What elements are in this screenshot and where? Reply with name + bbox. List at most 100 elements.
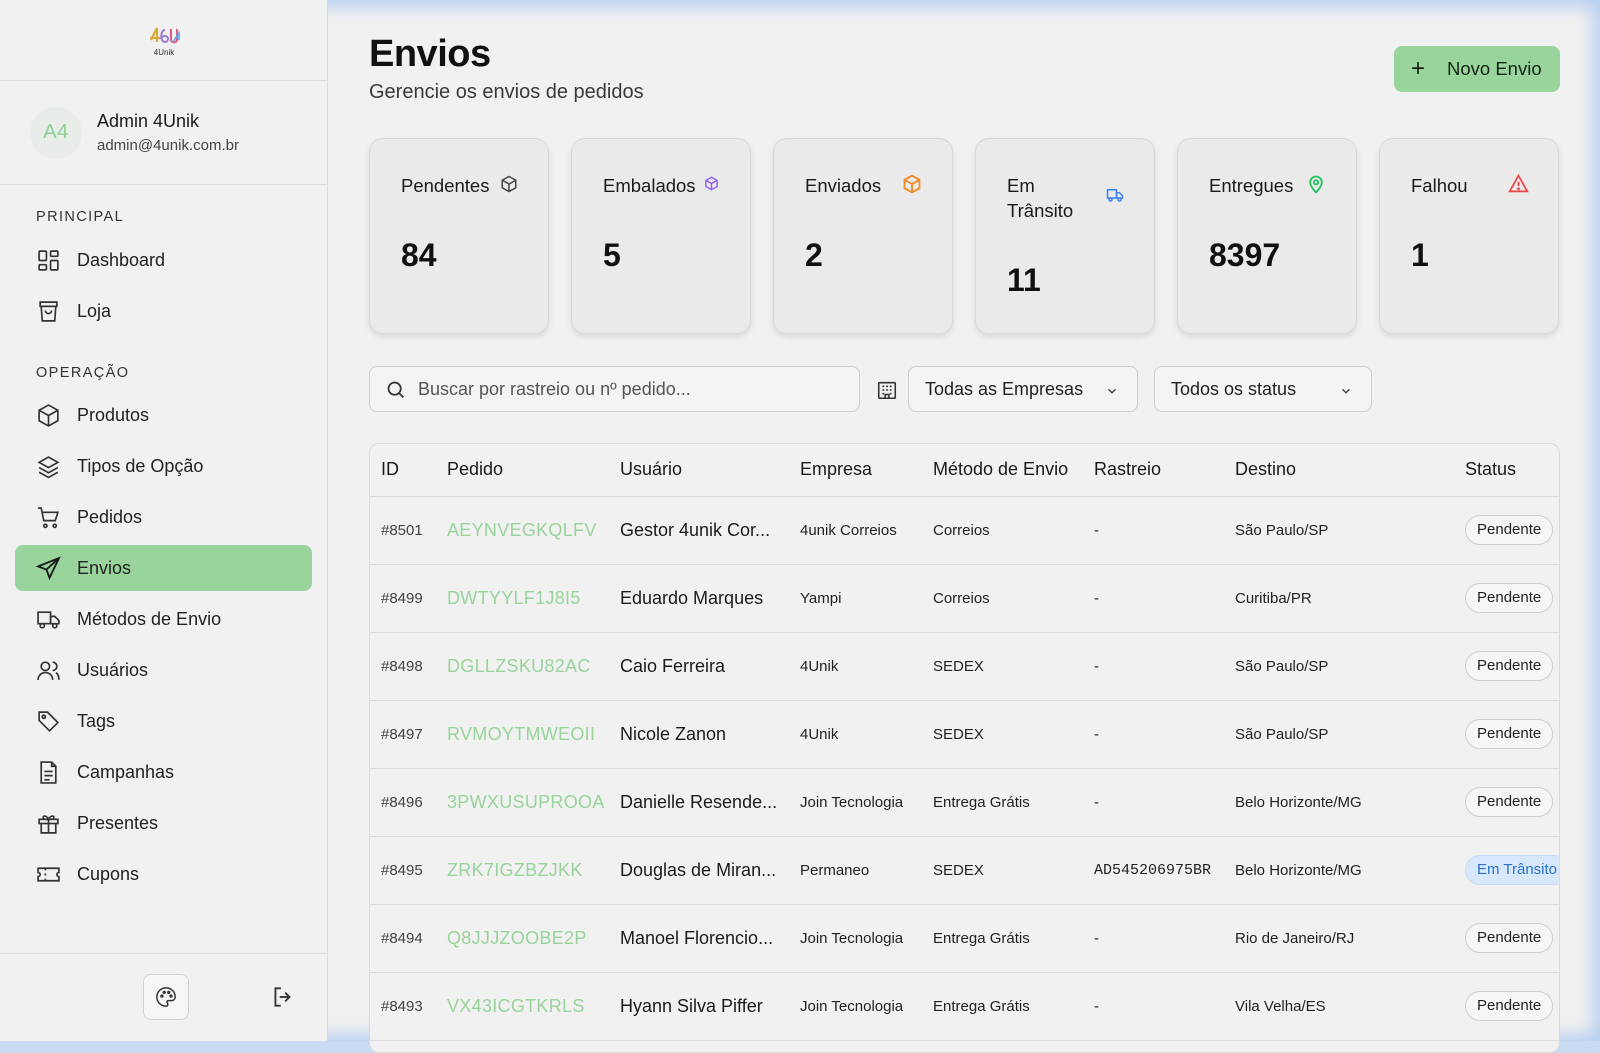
cell-rastreio: - <box>1083 496 1224 565</box>
truck-icon <box>1106 189 1124 202</box>
gift-icon <box>38 814 59 834</box>
truck-icon <box>37 610 60 629</box>
sidebar-item-loja[interactable]: Loja <box>15 288 312 334</box>
cell-pedido-link[interactable]: AEYNVEGKQLFV <box>436 496 609 565</box>
sidebar-item-pedidos[interactable]: Pedidos <box>15 494 312 540</box>
status-badge[interactable]: Pendente <box>1465 719 1554 749</box>
status-badge[interactable]: Pendente <box>1465 923 1554 953</box>
user-profile[interactable]: A4 Admin 4Unik admin@4unik.com.br <box>0 81 327 185</box>
cell-usuario: Gestor 4unik Cor... <box>609 496 789 565</box>
cell-pedido-link[interactable]: RVMOYTMWEOII <box>436 700 609 769</box>
package-icon <box>501 175 517 193</box>
cell-empresa: 4Unik <box>789 632 922 701</box>
sidebar-item-produtos[interactable]: Produtos <box>15 392 312 438</box>
cell-metodo: Entrega Grátis <box>922 972 1083 1041</box>
cell-pedido-link[interactable]: ZRK7IGZBZJKK <box>436 836 609 905</box>
column-header-id[interactable]: ID <box>370 444 436 497</box>
stat-card-falhou[interactable]: Falhou 1 <box>1379 138 1559 334</box>
cell-usuario: Nicole Zanon <box>609 700 789 769</box>
theme-button[interactable] <box>143 974 189 1020</box>
sidebar-item-presentes[interactable]: Presentes <box>15 800 312 846</box>
status-badge[interactable]: Pendente <box>1465 515 1554 545</box>
cell-pedido-link[interactable]: Q8JJJZOOBE2P <box>436 904 609 973</box>
status-badge[interactable]: Em Trânsito <box>1465 855 1559 885</box>
sidebar-item-tipos-de-opcao[interactable]: Tipos de Opção <box>15 443 312 489</box>
cell-empresa: Permaneo <box>789 836 922 905</box>
table-row[interactable]: #8494 Q8JJJZOOBE2P Manoel Florencio... J… <box>370 904 1559 973</box>
search-input[interactable] <box>418 378 838 400</box>
cell-pedido-link[interactable]: DGLLZSKU82AC <box>436 632 609 701</box>
status-select-value: Todos os status <box>1171 378 1297 399</box>
column-header-metodo[interactable]: Método de Envio <box>922 444 1083 497</box>
status-badge[interactable]: Pendente <box>1465 583 1554 613</box>
user-name: Admin 4Unik <box>97 111 200 131</box>
sidebar-item-dashboard[interactable]: Dashboard <box>15 237 312 283</box>
column-header-rastreio[interactable]: Rastreio <box>1083 444 1224 497</box>
cell-pedido-link[interactable]: DWTYYLF1J8I5 <box>436 564 609 633</box>
stat-card-embalados[interactable]: Embalados 5 <box>571 138 751 334</box>
status-badge[interactable]: Pendente <box>1465 787 1554 817</box>
cell-destino: São Paulo/SP <box>1224 496 1454 565</box>
status-select[interactable]: Todos os status <box>1154 366 1372 412</box>
table-row[interactable]: #8497 RVMOYTMWEOII Nicole Zanon 4Unik SE… <box>370 700 1559 769</box>
cell-usuario: Douglas de Miran... <box>609 836 789 905</box>
column-header-pedido[interactable]: Pedido <box>436 444 609 497</box>
table-row[interactable]: #8499 DWTYYLF1J8I5 Eduardo Marques Yampi… <box>370 564 1559 633</box>
column-header-destino[interactable]: Destino <box>1224 444 1454 497</box>
company-select-value: Todas as Empresas <box>925 378 1084 399</box>
brand-logo[interactable]: 4Unik <box>144 20 184 60</box>
avatar: A4 <box>30 106 82 159</box>
sidebar-item-label: Loja <box>77 300 112 321</box>
company-select[interactable]: Todas as Empresas <box>908 366 1138 412</box>
table-row[interactable]: #8493 VX43ICGTKRLS Hyann Silva Piffer Jo… <box>370 972 1559 1041</box>
cell-destino: Curitiba/PR <box>1224 564 1454 633</box>
cell-usuario: Caio Ferreira <box>609 632 789 701</box>
column-header-status[interactable]: Status <box>1454 444 1559 497</box>
stat-card-pendentes[interactable]: Pendentes 84 <box>369 138 549 334</box>
new-shipment-button[interactable]: + Novo Envio <box>1394 46 1560 92</box>
chevron-down-icon <box>1108 388 1116 394</box>
stat-value: 5 <box>603 237 621 273</box>
nav-section-principal: PRINCIPAL <box>36 209 125 225</box>
cell-rastreio: - <box>1083 632 1224 701</box>
stat-card-enviados[interactable]: Enviados 2 <box>773 138 953 334</box>
table-row[interactable]: #8495 ZRK7IGZBZJKK Douglas de Miran... P… <box>370 836 1559 905</box>
sidebar-footer <box>0 953 328 1041</box>
svg-text:4Unik: 4Unik <box>153 48 174 57</box>
sidebar-item-campanhas[interactable]: Campanhas <box>15 749 312 795</box>
logout-icon[interactable] <box>270 984 296 1010</box>
cell-status: Pendente <box>1454 700 1559 769</box>
cell-destino: Belo Horizonte/MG <box>1224 836 1454 905</box>
sidebar-item-metodos-de-envio[interactable]: Métodos de Envio <box>15 596 312 642</box>
table-row[interactable]: #8501 AEYNVEGKQLFV Gestor 4unik Cor... 4… <box>370 496 1559 565</box>
stat-card-em-transito[interactable]: Em Trânsito 11 <box>975 138 1155 334</box>
send-icon <box>36 555 61 580</box>
cell-id: #8501 <box>370 496 436 565</box>
stat-card-entregues[interactable]: Entregues 8397 <box>1177 138 1357 334</box>
cell-id: #8495 <box>370 836 436 905</box>
cell-status: Pendente <box>1454 972 1559 1041</box>
column-header-empresa[interactable]: Empresa <box>789 444 922 497</box>
cell-usuario: Manoel Florencio... <box>609 904 789 973</box>
sidebar-item-usuarios[interactable]: Usuários <box>15 647 312 693</box>
sidebar-item-cupons[interactable]: Cupons <box>15 851 312 897</box>
shipments-table: ID Pedido Usuário Empresa Método de Envi… <box>369 443 1560 1053</box>
cell-empresa: 4Unik <box>789 700 922 769</box>
sidebar-item-tags[interactable]: Tags <box>15 698 312 744</box>
box-icon <box>38 403 59 427</box>
column-header-usuario[interactable]: Usuário <box>609 444 789 497</box>
sidebar-item-label: Tipos de Opção <box>77 455 204 476</box>
sidebar-item-envios[interactable]: Envios <box>15 545 312 591</box>
cell-rastreio: - <box>1083 904 1224 973</box>
table-row[interactable]: #8496 3PWXUSUPROOA Danielle Resende... J… <box>370 768 1559 837</box>
page-title: Envios <box>369 33 491 75</box>
stat-value: 2 <box>805 237 823 273</box>
cell-pedido-link[interactable]: 3PWXUSUPROOA <box>436 768 609 837</box>
table-row[interactable]: #8498 DGLLZSKU82AC Caio Ferreira 4Unik S… <box>370 632 1559 701</box>
status-badge[interactable]: Pendente <box>1465 651 1554 681</box>
stat-value: 8397 <box>1209 237 1281 273</box>
stat-label: Entregues <box>1209 175 1294 196</box>
layers-icon <box>37 455 60 478</box>
cell-pedido-link[interactable]: VX43ICGTKRLS <box>436 972 609 1041</box>
status-badge[interactable]: Pendente <box>1465 991 1554 1021</box>
